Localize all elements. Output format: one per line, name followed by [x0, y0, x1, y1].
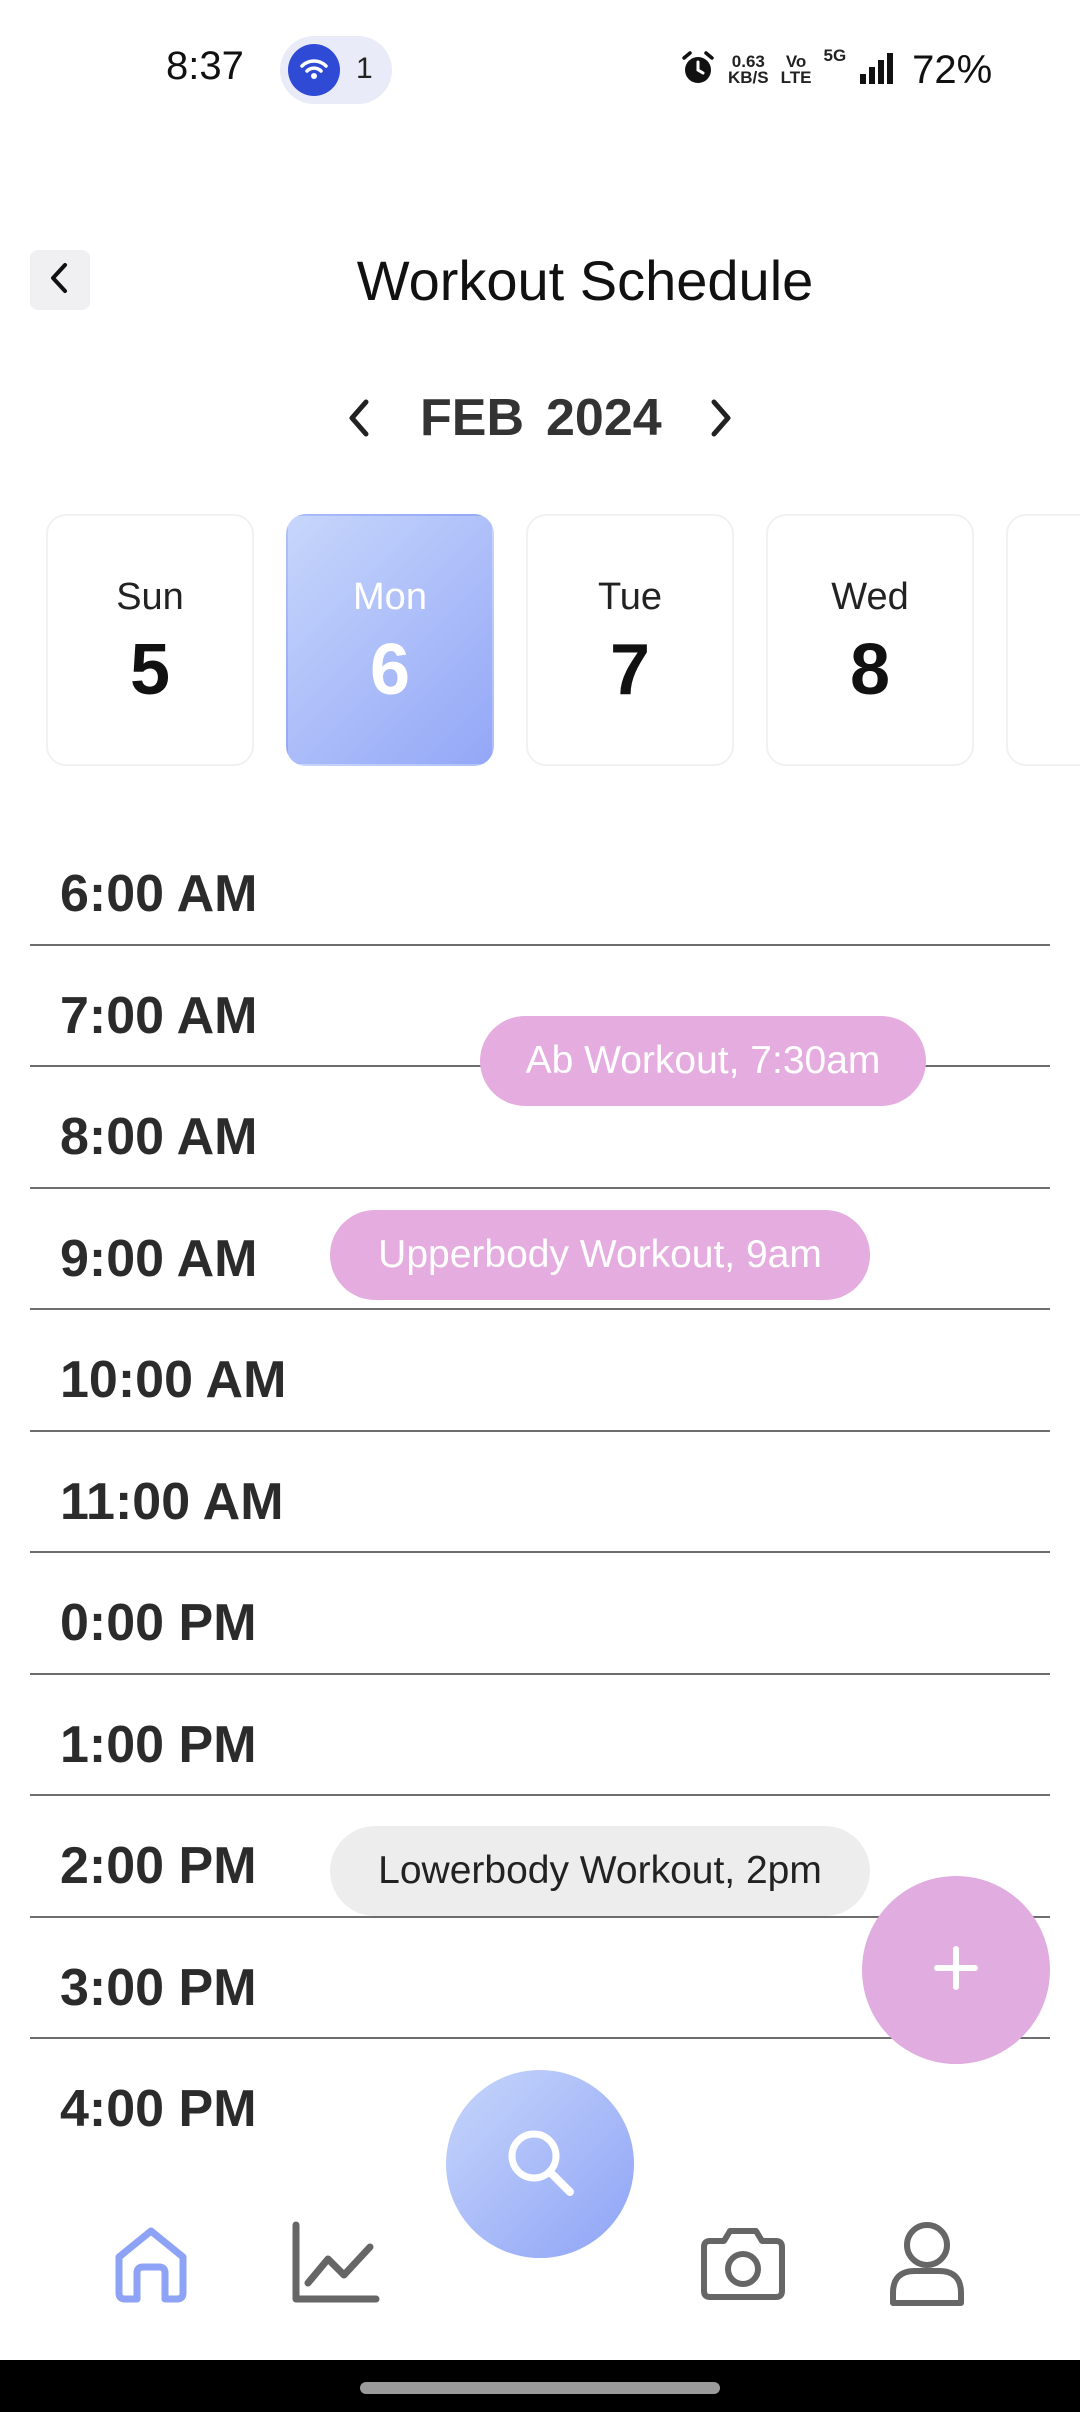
day-card-mon[interactable]: Mon 6	[286, 514, 494, 766]
month-name: FEB	[420, 389, 524, 447]
home-indicator[interactable]	[360, 2382, 720, 2394]
day-card-wed[interactable]: Wed 8	[766, 514, 974, 766]
alarm-icon	[680, 50, 716, 91]
day-card-sun[interactable]: Sun 5	[46, 514, 254, 766]
year: 2024	[546, 389, 662, 447]
net-speed: 0.63 KB/S	[728, 52, 769, 87]
time-slot[interactable]: 11:00 AM	[30, 1432, 1050, 1553]
event-lowerbody-workout[interactable]: Lowerbody Workout, 2pm	[330, 1826, 870, 1916]
time-label: 1:00 PM	[60, 1715, 257, 1774]
day-name: Sun	[116, 576, 184, 618]
time-slot[interactable]: 6:00 AM	[30, 824, 1050, 946]
day-card-next[interactable]	[1006, 514, 1080, 766]
time-label: 6:00 AM	[60, 865, 258, 923]
time-label: 11:00 AM	[60, 1472, 284, 1531]
status-time: 8:37	[166, 44, 244, 88]
time-label: 10:00 AM	[60, 1351, 287, 1409]
time-label: 4:00 PM	[60, 2080, 257, 2138]
nav-home[interactable]	[96, 2210, 206, 2320]
next-month-button[interactable]	[690, 390, 750, 450]
search-icon	[500, 2122, 580, 2207]
signal-icon	[858, 52, 894, 89]
chart-icon	[290, 2221, 380, 2310]
add-workout-button[interactable]	[862, 1876, 1050, 2064]
month-label: FEB 2024	[420, 388, 662, 448]
day-name: Wed	[831, 576, 909, 618]
volte-indicator: Vo LTE	[780, 52, 812, 87]
previous-month-button[interactable]	[330, 390, 390, 450]
time-label: 0:00 PM	[60, 1594, 257, 1652]
page-title: Workout Schedule	[356, 249, 814, 312]
time-slot[interactable]: 1:00 PM	[30, 1675, 1050, 1796]
time-label: 2:00 PM	[60, 1837, 257, 1895]
search-button[interactable]	[446, 2070, 634, 2258]
plus-icon	[931, 1943, 981, 1998]
time-label: 7:00 AM	[60, 986, 258, 1045]
network-type: 5G	[823, 46, 847, 65]
time-slot[interactable]: 10:00 AM	[30, 1310, 1050, 1432]
time-label: 3:00 PM	[60, 1958, 257, 2017]
day-strip: Sun 5 Mon 6 Tue 7 Wed 8	[0, 514, 1080, 768]
camera-icon	[698, 2225, 788, 2306]
battery-level: 72%	[912, 47, 993, 92]
day-number: 8	[849, 630, 891, 710]
hotspot-icon	[288, 44, 340, 96]
day-number: 7	[609, 630, 651, 710]
time-label: 9:00 AM	[60, 1229, 258, 1288]
hotspot-indicator: 1	[280, 36, 392, 104]
day-name: Tue	[597, 576, 663, 618]
day-number: 6	[369, 630, 411, 710]
time-slot[interactable]: 0:00 PM	[30, 1553, 1050, 1675]
home-icon	[109, 2221, 193, 2310]
profile-icon	[887, 2219, 967, 2312]
nav-progress[interactable]	[280, 2210, 390, 2320]
nav-camera[interactable]	[688, 2210, 798, 2320]
time-label: 8:00 AM	[60, 1108, 258, 1166]
status-bar: 8:37 1 0.63 KB/S Vo LTE 5G 72%	[0, 0, 1080, 140]
system-navigation-bar	[0, 2360, 1080, 2412]
day-name: Mon	[353, 576, 427, 618]
status-icons: 0.63 KB/S Vo LTE 5G 72%	[680, 40, 1020, 100]
day-number: 5	[129, 630, 171, 710]
day-card-tue[interactable]: Tue 7	[526, 514, 734, 766]
hotspot-count: 1	[356, 52, 373, 85]
nav-profile[interactable]	[872, 2210, 982, 2320]
month-navigation: FEB 2024	[330, 380, 750, 460]
chevron-right-icon	[703, 398, 737, 443]
chevron-left-icon	[343, 398, 377, 443]
event-upperbody-workout[interactable]: Upperbody Workout, 9am	[330, 1210, 870, 1300]
event-ab-workout[interactable]: Ab Workout, 7:30am	[480, 1016, 926, 1106]
